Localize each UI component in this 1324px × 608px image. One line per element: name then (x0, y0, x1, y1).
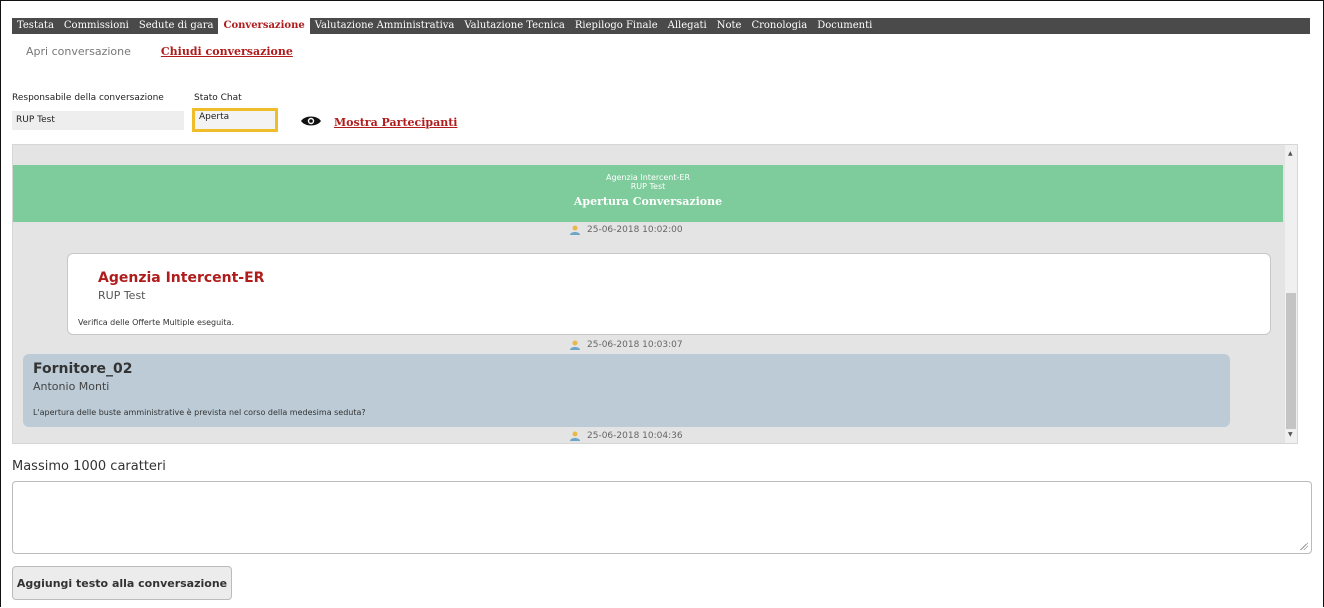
scroll-thumb[interactable] (1286, 293, 1296, 429)
close-conversation-link[interactable]: Chiudi conversazione (161, 45, 293, 58)
timestamp-row: 25-06-2018 10:03:07 (569, 340, 683, 350)
message-sender-user: Antonio Monti (33, 380, 110, 393)
opening-title: Apertura Conversazione (573, 195, 723, 208)
chat-message: Agenzia Intercent-ER RUP Test Verifica d… (67, 253, 1271, 335)
timestamp: 25-06-2018 10:02:00 (587, 225, 683, 235)
chat-panel[interactable]: Agenzia Intercent-ER RUP Test Apertura C… (12, 144, 1298, 444)
chat-scrollbar[interactable]: ▲ ▼ (1285, 145, 1297, 443)
participant-icon (570, 431, 580, 441)
tab-riepilogo-finale[interactable]: Riepilogo Finale (570, 18, 663, 34)
tab-bar: Testata Commissioni Sedute di gara Conve… (12, 18, 1310, 34)
message-sender-org: Fornitore_02 (33, 361, 133, 377)
participant-icon (570, 340, 580, 350)
add-text-button[interactable]: Aggiungi testo alla conversazione (12, 566, 232, 600)
scroll-down-icon[interactable]: ▼ (1288, 431, 1293, 438)
tab-conversazione[interactable]: Conversazione (218, 18, 310, 34)
participant-icon (570, 225, 580, 235)
tab-allegati[interactable]: Allegati (663, 18, 712, 34)
responsabile-label: Responsabile della conversazione (12, 93, 164, 103)
timestamp-row: 25-06-2018 10:02:00 (569, 225, 683, 235)
opening-band: Agenzia Intercent-ER RUP Test Apertura C… (13, 165, 1283, 222)
tab-note[interactable]: Note (712, 18, 747, 34)
message-sender-org: Agenzia Intercent-ER (98, 270, 265, 286)
message-input[interactable] (12, 481, 1312, 554)
opening-user: RUP Test (630, 182, 666, 191)
timestamp: 25-06-2018 10:03:07 (587, 340, 683, 350)
open-conversation-link[interactable]: Apri conversazione (26, 45, 131, 58)
tab-valutazione-tecnica[interactable]: Valutazione Tecnica (459, 18, 570, 34)
opening-org: Agenzia Intercent-ER (605, 173, 691, 182)
message-text: Verifica delle Offerte Multiple eseguita… (78, 318, 234, 327)
timestamp: 25-06-2018 10:04:36 (587, 431, 683, 441)
responsabile-field: RUP Test (12, 111, 184, 130)
message-sender-user: RUP Test (98, 289, 146, 302)
resize-grip-icon[interactable] (1300, 542, 1308, 550)
eye-icon[interactable] (300, 114, 322, 128)
tab-sedute-di-gara[interactable]: Sedute di gara (134, 18, 219, 34)
stato-chat-field: Aperta (192, 108, 278, 132)
conversation-subnav: Apri conversazione Chiudi conversazione (26, 45, 293, 58)
tab-cronologia[interactable]: Cronologia (746, 18, 812, 34)
scroll-up-icon[interactable]: ▲ (1288, 150, 1293, 157)
chat-message: Fornitore_02 Antonio Monti L'apertura de… (23, 354, 1230, 427)
tab-commissioni[interactable]: Commissioni (59, 18, 134, 34)
max-chars-label: Massimo 1000 caratteri (12, 459, 166, 474)
message-text: L'apertura delle buste amministrative è … (33, 408, 366, 417)
show-participants-link[interactable]: Mostra Partecipanti (334, 116, 457, 129)
tab-documenti[interactable]: Documenti (812, 18, 877, 34)
timestamp-row: 25-06-2018 10:04:36 (569, 431, 683, 441)
tab-valutazione-amministrativa[interactable]: Valutazione Amministrativa (310, 18, 460, 34)
stato-chat-label: Stato Chat (194, 93, 242, 103)
tab-testata[interactable]: Testata (12, 18, 59, 34)
